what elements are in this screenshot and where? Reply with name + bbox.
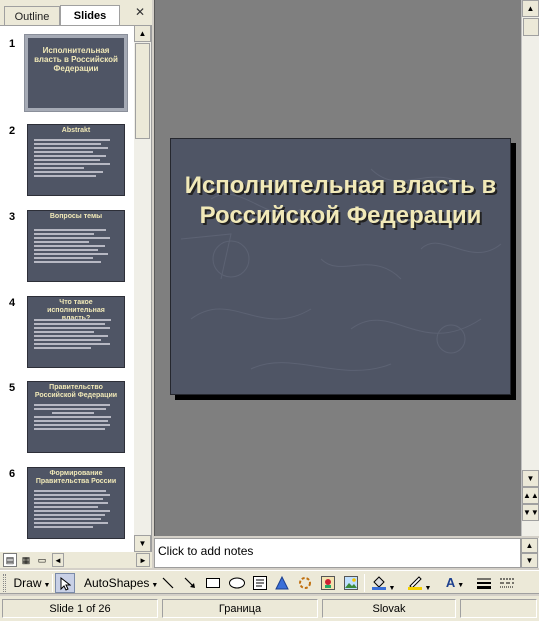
line-icon[interactable] [158,573,178,593]
status-bar: Slide 1 of 26 Граница Slovak [0,596,539,621]
notes-pane[interactable]: Click to add notes [154,538,521,568]
oval-icon[interactable] [226,573,248,593]
dash-style-icon[interactable] [497,573,517,593]
scroll-right-icon[interactable]: ► [136,553,150,567]
notes-placeholder[interactable]: Click to add notes [158,544,253,558]
select-pointer-icon[interactable] [55,573,75,593]
slide-thumbnail-title: Исполнительная власть в Российской Федер… [34,46,118,73]
slide-thumbnail[interactable]: Правительство Российской Федерации [27,381,125,453]
slide-editing-area[interactable]: Исполнительная власть в Российской Федер… [154,0,521,536]
slide-thumbnail-title: Правительство Российской Федерации [34,384,118,399]
thumbnail-text-lines [34,490,118,530]
thumbnail-scrollbar[interactable]: ▲ ▼ [134,25,151,552]
arrow-icon[interactable] [180,573,200,593]
notes-scrollbar[interactable]: ▲ ▼ [521,538,539,568]
slide-thumbnail-list[interactable]: 1 Исполнительная власть в Российской Фед… [0,25,134,552]
text-box-icon[interactable] [250,573,270,593]
status-spare-cell [460,599,537,618]
draw-menu-button[interactable]: Draw ▼ [12,573,52,593]
slide-number: 4 [9,297,16,309]
thumbnail-text-lines [34,229,118,265]
fill-color-icon[interactable]: ▼ [368,573,398,593]
clip-art-icon[interactable] [318,573,338,593]
slide-thumbnail-row[interactable]: 6 Формирование Правительства России [0,464,134,544]
language-indicator: Slovak [322,599,456,618]
slide-number: 1 [9,38,16,50]
slides-pane: Outline Slides ✕ 1 Исполнительная власть… [0,0,152,568]
slide-thumbnail[interactable]: Аbstrakt [27,124,125,196]
diagram-icon[interactable] [295,573,315,593]
view-buttons: ▤ ▦ ▭ ◄ ► [0,552,152,568]
slide-thumbnail-row[interactable]: 1 Исполнительная власть в Российской Фед… [0,34,134,114]
slide-scrollbar[interactable]: ▲ ▼ ▲▲ ▼▼ [521,0,539,536]
scroll-left-icon[interactable]: ◄ [52,553,64,567]
close-pane-icon[interactable]: ✕ [133,5,147,19]
slide-thumbnail-title: Аbstrakt [61,127,91,134]
scroll-down-icon[interactable]: ▼ [522,470,539,487]
line-style-icon[interactable] [474,573,494,593]
picture-icon[interactable] [341,573,361,593]
scroll-down-icon[interactable]: ▼ [521,553,538,568]
scroll-up-icon[interactable]: ▲ [522,0,539,17]
font-color-icon[interactable]: A ▼ [440,573,470,593]
tab-outline[interactable]: Outline [4,6,60,26]
wordart-icon[interactable] [272,573,292,593]
thumbnail-text-lines [34,404,118,432]
scroll-up-icon[interactable]: ▲ [521,538,538,553]
slide-thumbnail[interactable]: Вопросы темы [27,210,125,282]
scroll-up-icon[interactable]: ▲ [134,25,151,42]
slide-thumbnail-title: Вопросы темы [49,213,103,220]
thumbnail-text-lines [34,139,118,179]
slide-thumbnail-title: Формирование Правительства России [35,470,117,485]
next-slide-icon[interactable]: ▼▼ [522,504,539,521]
tab-slides[interactable]: Slides [60,5,120,25]
autoshapes-label: AutoShapes [84,576,150,590]
slide-thumbnail-row[interactable]: 5 Правительство Российской Федерации [0,378,134,458]
rectangle-icon[interactable] [203,573,223,593]
previous-slide-icon[interactable]: ▲▲ [522,487,539,504]
slide-number: 2 [9,125,16,137]
design-template-name: Граница [162,599,318,618]
slide-sorter-view-icon[interactable]: ▦ [19,553,33,567]
current-slide[interactable]: Исполнительная власть в Российской Федер… [170,138,511,395]
thumbnail-text-lines [34,319,118,351]
slide-number: 6 [9,468,16,480]
slide-thumbnail[interactable]: Формирование Правительства России [27,467,125,539]
slide-thumbnail[interactable]: Исполнительная власть в Российской Федер… [24,34,128,112]
slide-number: 3 [9,211,16,223]
slide-title[interactable]: Исполнительная власть в Российской Федер… [171,171,510,231]
slide-number: 5 [9,382,16,394]
scroll-down-icon[interactable]: ▼ [134,535,151,552]
slide-indicator: Slide 1 of 26 [2,599,158,618]
autoshapes-menu-button[interactable]: AutoShapes ▼ [84,573,158,593]
pane-tab-bar: Outline Slides ✕ [0,0,152,26]
normal-view-icon[interactable]: ▤ [3,553,17,567]
draw-menu-label: Draw [13,576,42,590]
slide-thumbnail[interactable]: Что такое исполнительная власть? [27,296,125,368]
slide-thumbnail-row[interactable]: 2 Аbstrakt [0,121,134,201]
drawing-toolbar: Draw ▼ AutoShapes ▼ ▼ ▼ A ▼ [0,570,539,594]
scrollbar-thumb[interactable] [135,43,150,139]
scrollbar-thumb[interactable] [523,18,539,36]
slide-show-icon[interactable]: ▭ [35,553,49,567]
slide-thumbnail-row[interactable]: 3 Вопросы темы [0,207,134,287]
slide-thumbnail-row[interactable]: 4 Что такое исполнительная власть? [0,293,134,373]
toolbar-grip[interactable] [3,574,6,592]
line-color-icon[interactable]: ▼ [404,573,434,593]
